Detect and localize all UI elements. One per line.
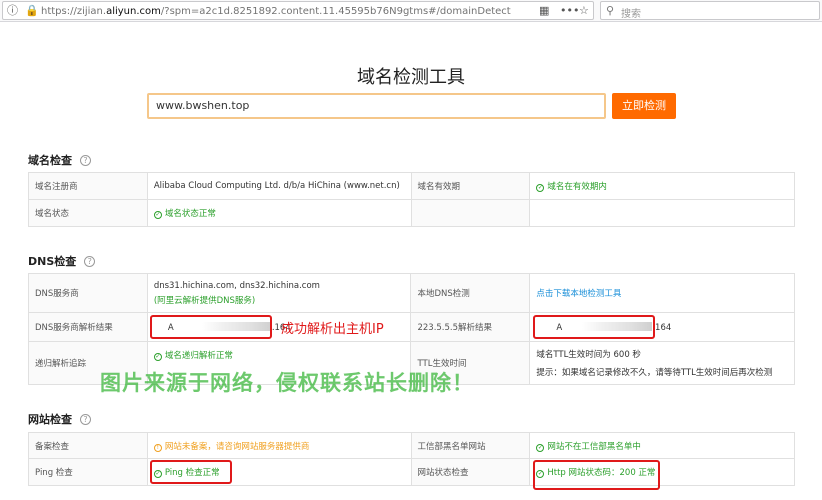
registrar-label: 域名注册商 [28, 172, 148, 200]
check-circle-icon: ✓ [153, 353, 162, 361]
check-circle-icon: ✓ [536, 184, 545, 192]
address-bar[interactable]: ⓘ 🔒 https://zijian.aliyun.com/?spm=a2c1d… [2, 1, 594, 20]
info-icon[interactable]: ⓘ [7, 4, 18, 18]
beian-value: ! 网站未备案，请咨询网站服务器提供商 [146, 432, 412, 459]
watermark-text: 图片来源于网络，侵权联系站长删除！ [100, 371, 474, 395]
help-icon[interactable]: ? [84, 256, 96, 267]
browser-search-box[interactable]: ⚲ 搜索 [600, 1, 820, 20]
qr-code-icon[interactable]: ▦ [539, 4, 549, 18]
dns-servers: dns31.hichina.com, dns32.hichina.com [153, 280, 320, 291]
local-dns-value: 点击下载本地检测工具 [529, 273, 795, 313]
table-row: DNS服务商解析结果 A .164 223.5.5.5解析结果 A .164 [28, 312, 795, 342]
dns-provider-value: dns31.hichina.com, dns32.hichina.com (阿里… [146, 273, 412, 313]
record-type: A [167, 322, 174, 333]
more-actions-icon[interactable]: ••• [560, 4, 579, 18]
check-now-button[interactable]: 立即检测 [612, 93, 676, 119]
check-circle-icon: ✓ [536, 443, 545, 452]
record-type: A [556, 322, 563, 333]
help-icon[interactable]: ? [80, 414, 91, 425]
download-tool-link[interactable]: 点击下载本地检测工具 [536, 289, 621, 299]
local-dns-label: 本地DNS检测 [410, 273, 531, 313]
public-dns-resolve-label: 223.5.5.5解析结果 [410, 312, 531, 342]
blacklist-label: 工信部黑名单网站 [410, 432, 531, 459]
masked-ip [201, 321, 272, 331]
site-check-table: 备案检查 ! 网站未备案，请咨询网站服务器提供商 工信部黑名单网站 ✓ 网站不在工信… [28, 432, 795, 486]
domain-check-heading: 域名检查? [28, 152, 91, 168]
registrar-value: Alibaba Cloud Computing Ltd. d/b/a HiChi… [146, 172, 412, 200]
help-icon[interactable]: ? [80, 155, 91, 166]
dns-provider-note: (阿里云解析提供DNS服务) [153, 295, 256, 306]
check-circle-icon: ✓ [153, 470, 162, 478]
domain-input[interactable]: www.bwshen.top [147, 93, 606, 119]
dns-check-heading: DNS检查? [28, 253, 96, 269]
blacklist-value: ✓ 网站不在工信部黑名单中 [529, 432, 795, 459]
dns-provider-label: DNS服务商 [28, 273, 148, 313]
ping-label: Ping 检查 [28, 458, 148, 486]
domain-status-value: ✓ 域名状态正常 [146, 199, 412, 227]
warning-circle-icon: ! [153, 443, 162, 452]
table-row: Ping 检查 ✓ Ping 检查正常 网站状态检查 ✓ Http 网站状态码：20… [28, 458, 795, 486]
expiry-label: 域名有效期 [410, 172, 531, 200]
page-title: 域名检测工具 [357, 67, 465, 88]
search-icon: ⚲ [606, 4, 615, 17]
browser-toolbar: ⓘ 🔒 https://zijian.aliyun.com/?spm=a2c1d… [0, 0, 822, 22]
site-status-label: 网站状态检查 [410, 458, 531, 486]
success-annotation: 成功解析出主机IP [281, 322, 384, 337]
masked-ip [582, 321, 653, 331]
url-text[interactable]: https://zijian.aliyun.com/?spm=a2c1d.825… [41, 5, 511, 18]
ping-value: ✓ Ping 检查正常 [146, 458, 412, 486]
table-row: DNS服务商 dns31.hichina.com, dns32.hichina.… [28, 273, 795, 313]
public-dns-resolve-value: A .164 [529, 312, 795, 342]
bookmark-star-icon[interactable]: ☆ [579, 4, 589, 18]
site-check-heading: 网站检查? [28, 411, 91, 427]
table-row: 域名注册商 Alibaba Cloud Computing Ltd. d/b/a… [28, 172, 795, 200]
ttl-tip: 提示：如果域名记录修改不久，请等待TTL生效时间后再次检测 [536, 368, 773, 378]
table-row: 域名状态 ✓ 域名状态正常 [28, 199, 795, 227]
check-circle-icon: ✓ [536, 470, 545, 478]
search-placeholder: 搜索 [621, 9, 641, 20]
ip-tail: .164 [652, 322, 672, 333]
beian-label: 备案检查 [28, 432, 148, 459]
domain-status-label: 域名状态 [28, 199, 148, 227]
empty-cell [410, 199, 531, 227]
ttl-value: 域名TTL生效时间为 600 秒 提示：如果域名记录修改不久，请等待TTL生效时… [529, 341, 795, 385]
expiry-value: ✓ 域名在有效期内 [529, 172, 795, 200]
domain-check-table: 域名注册商 Alibaba Cloud Computing Ltd. d/b/a… [28, 172, 795, 227]
site-status-value: ✓ Http 网站状态码：200 正常 [529, 458, 795, 486]
check-circle-icon: ✓ [153, 211, 162, 219]
ttl-text: 域名TTL生效时间为 600 秒 [536, 350, 641, 360]
dns-resolve-label: DNS服务商解析结果 [28, 312, 148, 342]
lock-icon[interactable]: 🔒 [25, 4, 39, 18]
empty-cell [529, 199, 795, 227]
table-row: 备案检查 ! 网站未备案，请咨询网站服务器提供商 工信部黑名单网站 ✓ 网站不在工信… [28, 432, 795, 459]
